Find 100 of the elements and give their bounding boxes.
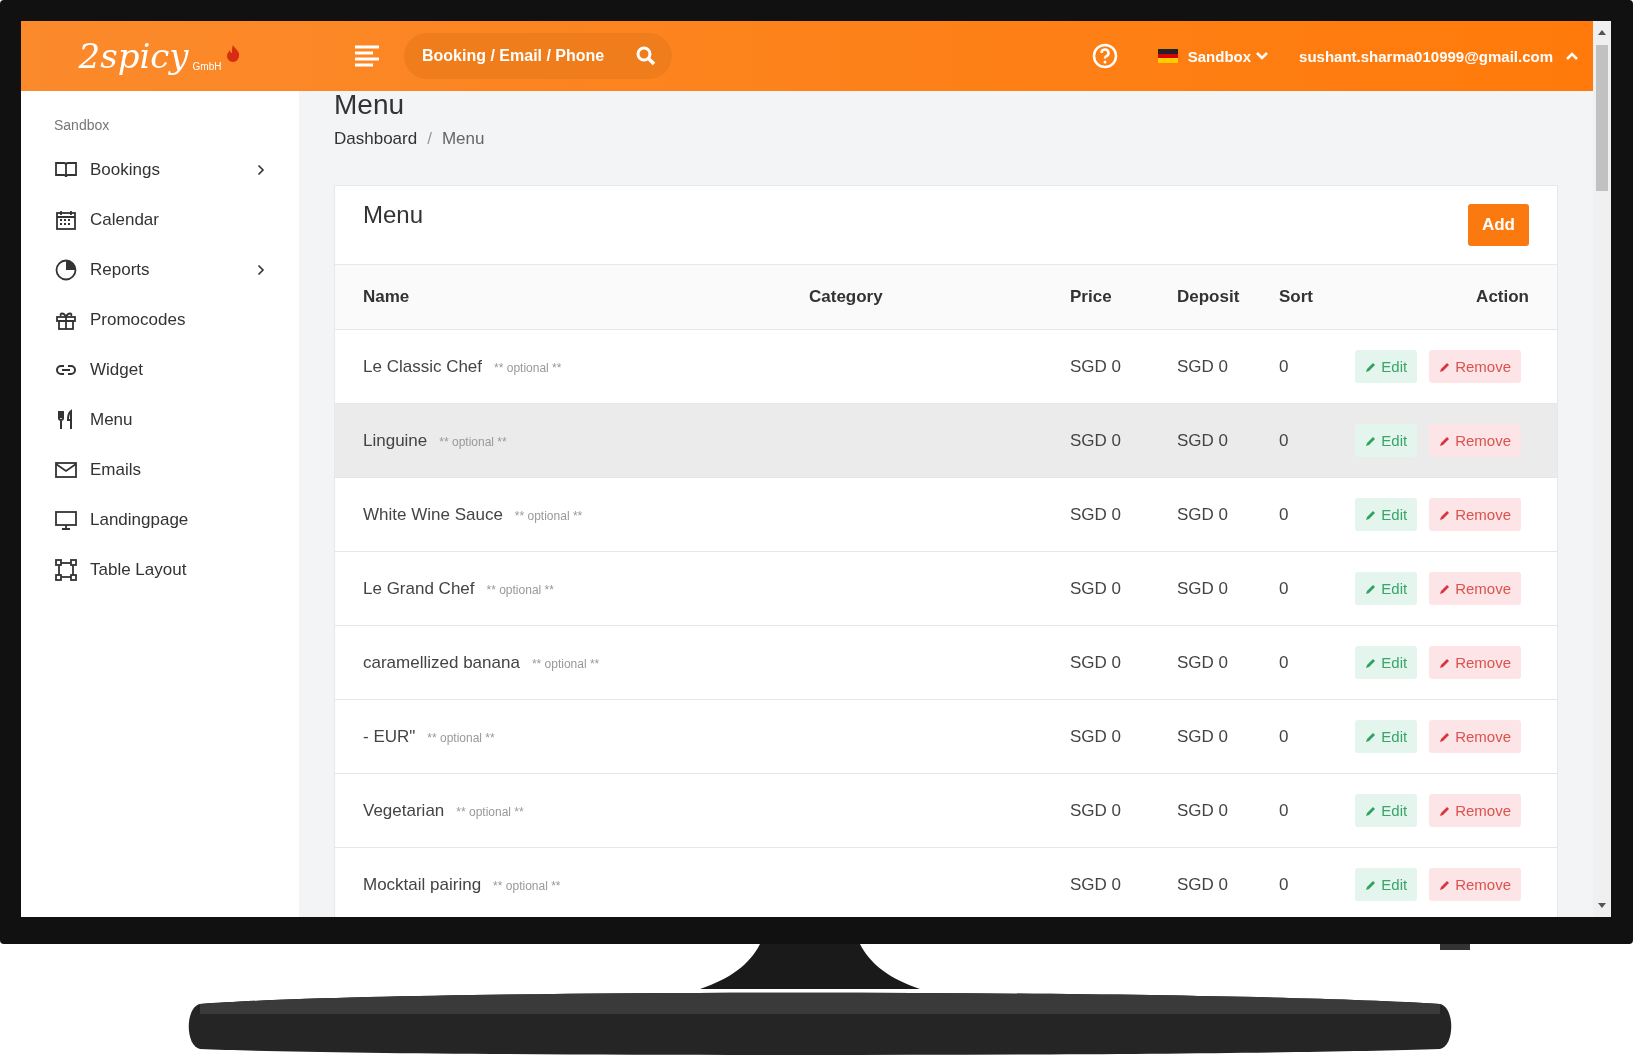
search-field[interactable]: Booking / Email / Phone	[404, 33, 672, 79]
price-cell-text: SGD 0	[1070, 504, 1123, 525]
caret-icon[interactable]	[1565, 51, 1579, 61]
item-name: White Wine Sauce	[363, 504, 503, 525]
item-name: Le Grand Chef	[363, 578, 475, 599]
column-header: Name	[363, 287, 411, 307]
page-title: Menu	[334, 89, 406, 121]
optional-note: ** optional **	[494, 361, 562, 375]
help-icon[interactable]	[1091, 43, 1118, 69]
sidebar-item[interactable]: Promocodes	[21, 295, 299, 345]
deposit-cell-text: SGD 0	[1177, 356, 1230, 377]
remove-button[interactable]: Remove	[1429, 350, 1521, 383]
edit-button[interactable]: Edit	[1355, 794, 1418, 827]
sidebar-item[interactable]: Table Layout	[21, 545, 299, 595]
remove-button[interactable]: Remove	[1429, 794, 1521, 827]
pencil-icon	[1365, 434, 1378, 447]
deposit-cell-text: SGD 0	[1177, 652, 1230, 673]
pencil-icon	[1365, 878, 1378, 891]
remove-button[interactable]: Remove	[1429, 868, 1521, 901]
sidebar-item[interactable]: Bookings	[21, 145, 299, 195]
price-cell-text: SGD 0	[1070, 726, 1123, 747]
pencil-icon	[1439, 582, 1452, 595]
flag-icon	[1157, 49, 1178, 63]
optional-note: ** optional **	[439, 435, 507, 449]
edit-button[interactable]: Edit	[1355, 572, 1418, 605]
edit-button[interactable]: Edit	[1355, 498, 1418, 531]
sidebar-section-label: Sandbox	[54, 117, 111, 133]
price-cell-text: SGD 0	[1070, 874, 1123, 895]
deposit-cell-text: SGD 0	[1177, 504, 1230, 525]
deposit-cell-text: SGD 0	[1177, 726, 1230, 747]
optional-note: ** optional **	[486, 583, 554, 597]
column-header: Category	[809, 287, 884, 307]
price-cell-text: SGD 0	[1070, 356, 1123, 377]
pencil-icon	[1365, 804, 1378, 817]
monitor-icon	[54, 508, 78, 532]
flame-icon	[225, 44, 242, 62]
sort-cell-text: 0	[1279, 726, 1290, 747]
pencil-icon	[1439, 878, 1452, 891]
sidebar-item[interactable]: Calendar	[21, 195, 299, 245]
pencil-icon	[1439, 508, 1452, 521]
add-button[interactable]: Add	[1467, 204, 1529, 246]
pencil-icon	[1439, 656, 1452, 669]
price-cell-text: SGD 0	[1070, 652, 1123, 673]
deposit-cell-text: SGD 0	[1177, 430, 1230, 451]
search-icon[interactable]	[636, 46, 656, 66]
remove-button[interactable]: Remove	[1429, 720, 1521, 753]
remove-button[interactable]: Remove	[1429, 646, 1521, 679]
sidebar-item[interactable]: Emails	[21, 445, 299, 495]
item-name: Mocktail pairing	[363, 874, 482, 895]
column-header: Deposit	[1177, 287, 1241, 307]
chevron-icon	[257, 264, 265, 276]
logo-subtitle: GmbH	[192, 61, 222, 72]
sidebar-item[interactable]: Reports	[21, 245, 299, 295]
item-name: caramellized banana	[363, 652, 520, 673]
item-name: Linguine	[363, 430, 428, 451]
calendar-icon	[54, 208, 78, 232]
edit-button[interactable]: Edit	[1355, 646, 1418, 679]
optional-note: ** optional **	[427, 731, 495, 745]
menu-icon[interactable]	[354, 45, 380, 67]
price-cell-text: SGD 0	[1070, 430, 1123, 451]
pencil-icon	[1439, 730, 1452, 743]
optional-note: ** optional **	[456, 805, 524, 819]
sort-cell-text: 0	[1279, 652, 1290, 673]
edit-button[interactable]: Edit	[1355, 424, 1418, 457]
card-title: Menu	[363, 201, 424, 229]
remove-button[interactable]: Remove	[1429, 572, 1521, 605]
sidebar-item[interactable]: Landingpage	[21, 495, 299, 545]
pencil-icon	[1439, 434, 1452, 447]
pencil-icon	[1365, 582, 1378, 595]
pencil-icon	[1439, 804, 1452, 817]
deposit-cell-text: SGD 0	[1177, 578, 1230, 599]
sort-cell-text: 0	[1279, 800, 1290, 821]
optional-note: ** optional **	[493, 879, 561, 893]
sort-cell-text: 0	[1279, 430, 1290, 451]
user-email[interactable]: sushant.sharma010999@gmail.com	[1299, 47, 1553, 65]
column-header: Action	[1476, 287, 1529, 307]
optional-note: ** optional **	[514, 509, 583, 523]
edit-button[interactable]: Edit	[1355, 350, 1418, 383]
caret-icon	[1255, 51, 1270, 61]
edit-button[interactable]: Edit	[1355, 720, 1418, 753]
column-header: Price	[1070, 287, 1113, 307]
sidebar-item[interactable]: Widget	[21, 345, 299, 395]
item-name: Le Classic Chef	[363, 356, 483, 377]
workspace-dropdown[interactable]: Sandbox	[1187, 47, 1270, 65]
logo[interactable]: 2spicy	[78, 36, 189, 76]
edit-button[interactable]: Edit	[1355, 868, 1418, 901]
sidebar-item[interactable]: Menu	[21, 395, 299, 445]
remove-button[interactable]: Remove	[1429, 424, 1521, 457]
item-name: - EUR"	[363, 726, 416, 747]
sort-cell-text: 0	[1279, 356, 1290, 377]
sort-cell-text: 0	[1279, 504, 1290, 525]
pencil-icon	[1365, 656, 1378, 669]
pencil-icon	[1365, 730, 1378, 743]
deposit-cell-text: SGD 0	[1177, 874, 1230, 895]
sort-cell-text: 0	[1279, 578, 1290, 599]
pie-chart-icon	[54, 258, 78, 282]
remove-button[interactable]: Remove	[1429, 498, 1521, 531]
sort-cell-text: 0	[1279, 874, 1290, 895]
pencil-icon	[1439, 360, 1452, 373]
breadcrumb-link[interactable]: Dashboard	[334, 129, 418, 149]
